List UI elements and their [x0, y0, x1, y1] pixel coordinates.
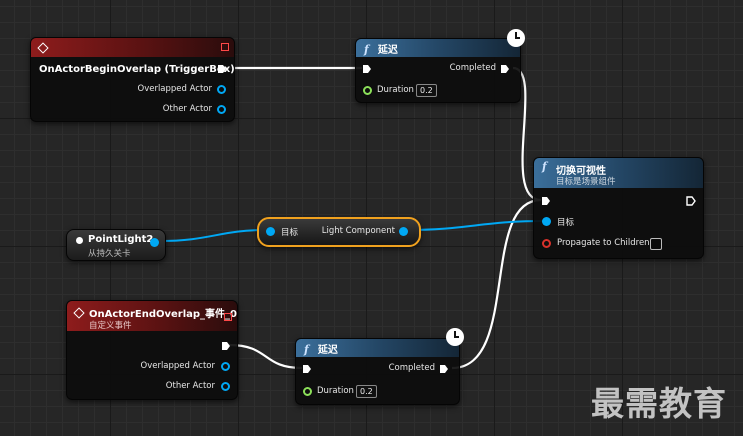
completed-exec-out-pin[interactable]: [500, 64, 510, 74]
point-light-reference-node[interactable]: PointLight2 从持久关卡: [66, 229, 166, 261]
light-component-node[interactable]: 目标 Light Component: [257, 217, 421, 247]
function-f-icon: f: [304, 343, 309, 356]
overlapped-actor-pin[interactable]: [221, 362, 230, 371]
exec-out-pin[interactable]: [217, 64, 227, 74]
pin-label-overlapped-actor: Overlapped Actor: [137, 84, 213, 94]
completed-exec-out-pin[interactable]: [439, 364, 449, 374]
pin-label-light-component: Light Component: [321, 226, 395, 236]
propagate-to-children-pin[interactable]: [542, 239, 551, 248]
diamond-icon: [73, 307, 85, 319]
node-header: f 延迟: [296, 339, 459, 357]
light-component-out-pin[interactable]: [399, 227, 408, 236]
pin-label-duration: Duration: [317, 386, 354, 396]
node-subtitle: 从持久关卡: [88, 249, 131, 259]
pin-label-propagate: Propagate to Children: [557, 238, 650, 248]
exec-wire-end-to-delay: [228, 343, 303, 370]
pin-label-completed: Completed: [449, 63, 496, 73]
node-header: f 延迟: [356, 39, 520, 57]
clock-icon: [507, 29, 525, 47]
node-title: PointLight2: [88, 234, 154, 245]
node-title: 延迟: [317, 345, 338, 356]
exec-in-pin[interactable]: [362, 64, 372, 74]
propagate-checkbox[interactable]: [650, 238, 662, 250]
duration-pin[interactable]: [363, 86, 372, 95]
end-overlap-custom-event-node[interactable]: OnActorEndOverlap_事件_0 自定义事件 Overlapped …: [66, 300, 238, 400]
target-pin[interactable]: [266, 227, 275, 236]
function-f-icon: f: [542, 160, 547, 173]
pin-label-duration: Duration: [377, 85, 414, 95]
toggle-visibility-node[interactable]: f 切换可视性 目标是场景组件 目标 Propagate to Children: [533, 157, 704, 259]
duration-input[interactable]: 0.2: [356, 385, 377, 398]
node-header: OnActorBeginOverlap (TriggerBox): [31, 38, 235, 75]
exec-in-pin[interactable]: [541, 196, 551, 206]
begin-overlap-event-node[interactable]: OnActorBeginOverlap (TriggerBox) Overlap…: [30, 37, 235, 122]
exec-out-pin[interactable]: [221, 341, 231, 351]
object-wire-light-to-component: [159, 229, 267, 242]
node-header: OnActorEndOverlap_事件_0 自定义事件: [67, 301, 237, 331]
target-pin[interactable]: [542, 217, 551, 226]
overlapped-actor-pin[interactable]: [217, 85, 226, 94]
duration-input[interactable]: 0.2: [416, 84, 437, 97]
watermark-logo: 最需教育: [591, 384, 727, 423]
exec-in-pin[interactable]: [302, 364, 312, 374]
exec-out-pin[interactable]: [686, 196, 696, 206]
object-out-pin[interactable]: [150, 238, 159, 247]
node-subtitle: 自定义事件: [89, 321, 132, 331]
delay-node-top[interactable]: f 延迟 Completed Duration 0.2: [355, 38, 521, 103]
diamond-icon: [37, 42, 49, 54]
exec-wire-delay-bottom-to-toggle: [451, 198, 542, 370]
pin-label-overlapped-actor: Overlapped Actor: [140, 361, 216, 371]
pin-label-other-actor: Other Actor: [165, 381, 215, 391]
red-square-icon: [221, 43, 229, 51]
pin-label-target: 目标: [281, 228, 299, 238]
light-bulb-icon: [76, 237, 83, 244]
node-title: OnActorEndOverlap_事件_0: [89, 309, 238, 320]
pin-label-other-actor: Other Actor: [162, 104, 212, 114]
function-f-icon: f: [364, 43, 369, 56]
red-square-icon: [224, 313, 232, 321]
pin-label-target: 目标: [557, 218, 575, 228]
duration-pin[interactable]: [303, 387, 312, 396]
node-header: f 切换可视性 目标是场景组件: [534, 158, 703, 188]
pin-label-completed: Completed: [388, 363, 435, 373]
node-subtitle: 目标是场景组件: [556, 177, 616, 187]
clock-icon: [446, 328, 464, 346]
node-title: OnActorBeginOverlap (TriggerBox): [39, 64, 235, 75]
other-actor-pin[interactable]: [221, 382, 230, 391]
object-wire-component-to-toggle: [403, 220, 546, 231]
other-actor-pin[interactable]: [217, 105, 226, 114]
node-title: 延迟: [377, 45, 398, 56]
delay-node-bottom[interactable]: f 延迟 Completed Duration 0.2: [295, 338, 460, 405]
